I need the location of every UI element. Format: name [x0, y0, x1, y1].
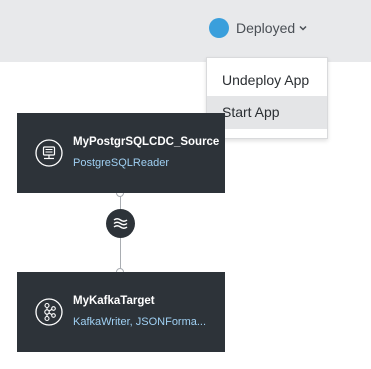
- node-subtitle: KafkaWriter, JSONForma...: [73, 316, 207, 328]
- database-reader-icon: [35, 139, 63, 167]
- source-component-node[interactable]: MyPostgrSQLCDC_Source PostgreSQLReader: [17, 113, 225, 193]
- status-label: Deployed: [236, 20, 296, 36]
- deployment-status-dropdown[interactable]: Deployed: [209, 17, 308, 39]
- menu-item-undeploy-app[interactable]: Undeploy App: [207, 64, 327, 97]
- node-subtitle: PostgreSQLReader: [73, 157, 169, 169]
- top-bar: Deployed: [0, 0, 371, 62]
- menu-item-start-app[interactable]: Start App: [207, 96, 327, 129]
- kafka-icon: [35, 298, 63, 326]
- stream-node[interactable]: [106, 209, 135, 238]
- stream-waves-icon: [113, 218, 128, 229]
- node-title: MyKafkaTarget: [73, 295, 155, 307]
- chevron-down-icon: [299, 25, 307, 31]
- node-title: MyPostgrSQLCDC_Source: [73, 136, 220, 148]
- target-component-node[interactable]: MyKafkaTarget KafkaWriter, JSONForma...: [17, 272, 225, 352]
- status-indicator: [209, 18, 229, 38]
